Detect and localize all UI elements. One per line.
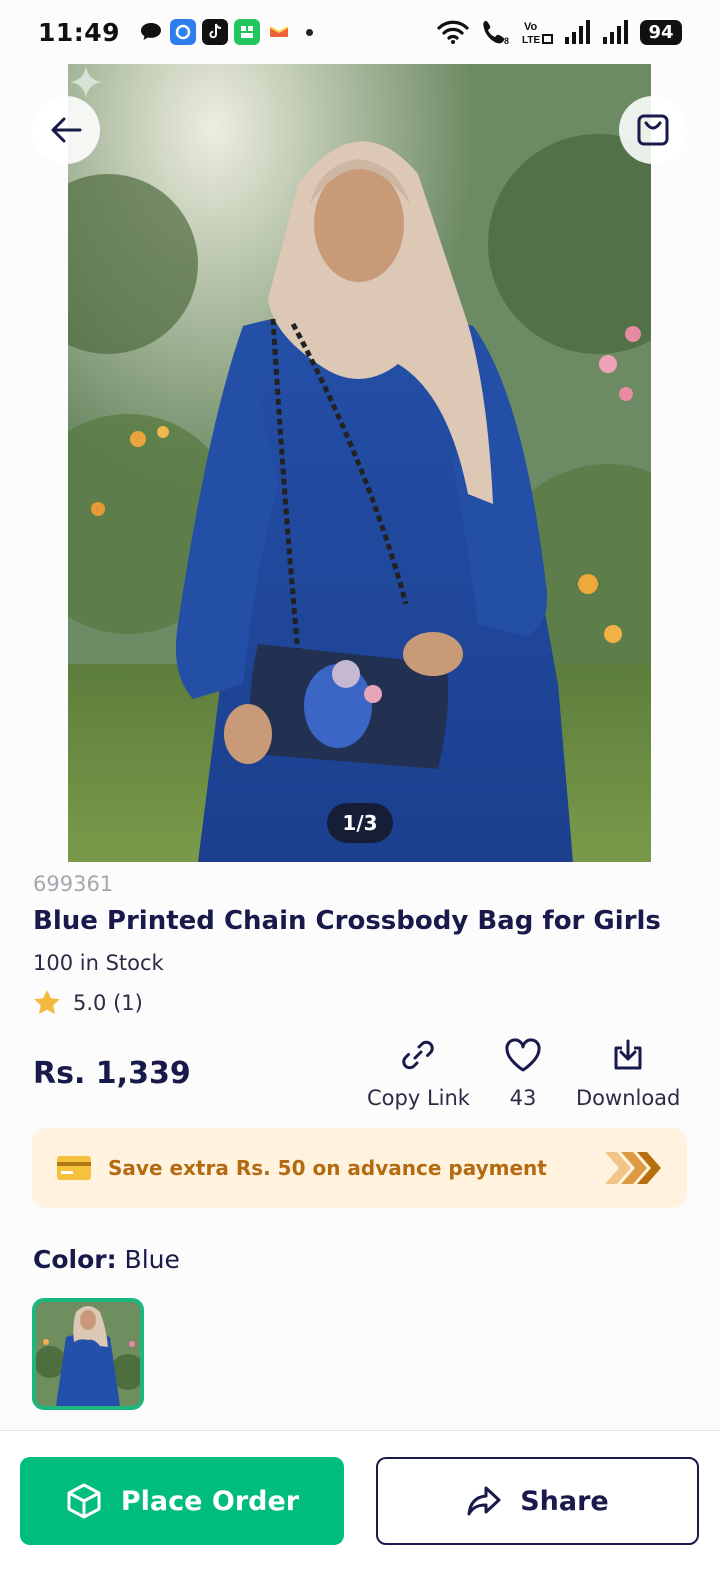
color-value: Blue: [124, 1245, 180, 1274]
place-order-label: Place Order: [120, 1485, 300, 1517]
status-bar: 11:49 8 Vo LTE 94: [0, 0, 720, 64]
copy-link-label: Copy Link: [367, 1086, 470, 1110]
download-button[interactable]: Download: [576, 1036, 680, 1110]
cart-button[interactable]: [619, 96, 687, 164]
chevrons-right-icon: [605, 1152, 661, 1184]
bottom-action-bar: Place Order Share: [0, 1430, 720, 1570]
share-label: Share: [520, 1485, 609, 1517]
heart-icon: [505, 1038, 541, 1072]
link-icon: [402, 1040, 435, 1070]
shopping-bag-icon: [637, 114, 669, 146]
tiktok-icon: [202, 19, 229, 45]
chat-bubble-icon: [138, 19, 164, 45]
product-title: Blue Printed Chain Crossbody Bag for Gir…: [33, 906, 661, 936]
product-price: Rs. 1,339: [33, 1056, 191, 1091]
sparkle-icon: [70, 66, 102, 98]
product-photo: [68, 64, 651, 862]
image-counter: 1/3: [327, 803, 393, 843]
arrow-left-icon: [51, 117, 82, 143]
promo-text: Save extra Rs. 50 on advance payment: [108, 1156, 547, 1180]
status-right: 8 Vo LTE 94: [436, 18, 682, 46]
star-icon: [34, 990, 60, 1015]
svg-text:8: 8: [504, 36, 509, 46]
download-label: Download: [576, 1086, 681, 1110]
product-image[interactable]: 1/3: [68, 64, 651, 862]
app-blue-icon: [170, 19, 197, 45]
status-time: 11:49: [38, 17, 121, 47]
package-icon: [67, 1483, 101, 1519]
svg-text:LTE: LTE: [522, 35, 540, 46]
share-button[interactable]: Share: [376, 1457, 699, 1545]
like-count: 43: [509, 1086, 537, 1110]
swatch-thumbnail: [36, 1302, 140, 1406]
volte-icon: Vo LTE: [522, 21, 553, 46]
product-rating[interactable]: 5.0 (1): [33, 989, 143, 1016]
back-button[interactable]: [32, 96, 100, 164]
svg-text:Vo: Vo: [524, 21, 538, 33]
credit-card-icon: [57, 1156, 91, 1180]
more-notifications-dot: [306, 28, 314, 36]
signal-icon-2: [603, 20, 628, 44]
product-sku: 699361: [33, 872, 114, 896]
wifi-icon: [437, 20, 469, 44]
download-icon: [614, 1039, 642, 1070]
color-swatch-blue[interactable]: [32, 1298, 144, 1410]
like-button[interactable]: 43: [503, 1036, 543, 1110]
color-selection-label: Color: Blue: [33, 1245, 180, 1274]
color-label: Color:: [33, 1245, 117, 1274]
share-arrow-icon: [467, 1486, 501, 1516]
notification-icons: [138, 19, 314, 45]
stock-status: 100 in Stock: [33, 951, 164, 975]
app-orange-icon: [266, 19, 292, 45]
rating-text: 5.0 (1): [73, 990, 143, 1015]
battery-level: 94: [640, 19, 682, 45]
place-order-button[interactable]: Place Order: [20, 1457, 344, 1545]
advance-payment-banner[interactable]: Save extra Rs. 50 on advance payment: [32, 1128, 687, 1208]
signal-icon: [565, 20, 590, 44]
wifi-call-icon: 8: [483, 20, 509, 46]
app-green-icon: [234, 19, 261, 45]
copy-link-button[interactable]: Copy Link: [367, 1036, 470, 1110]
